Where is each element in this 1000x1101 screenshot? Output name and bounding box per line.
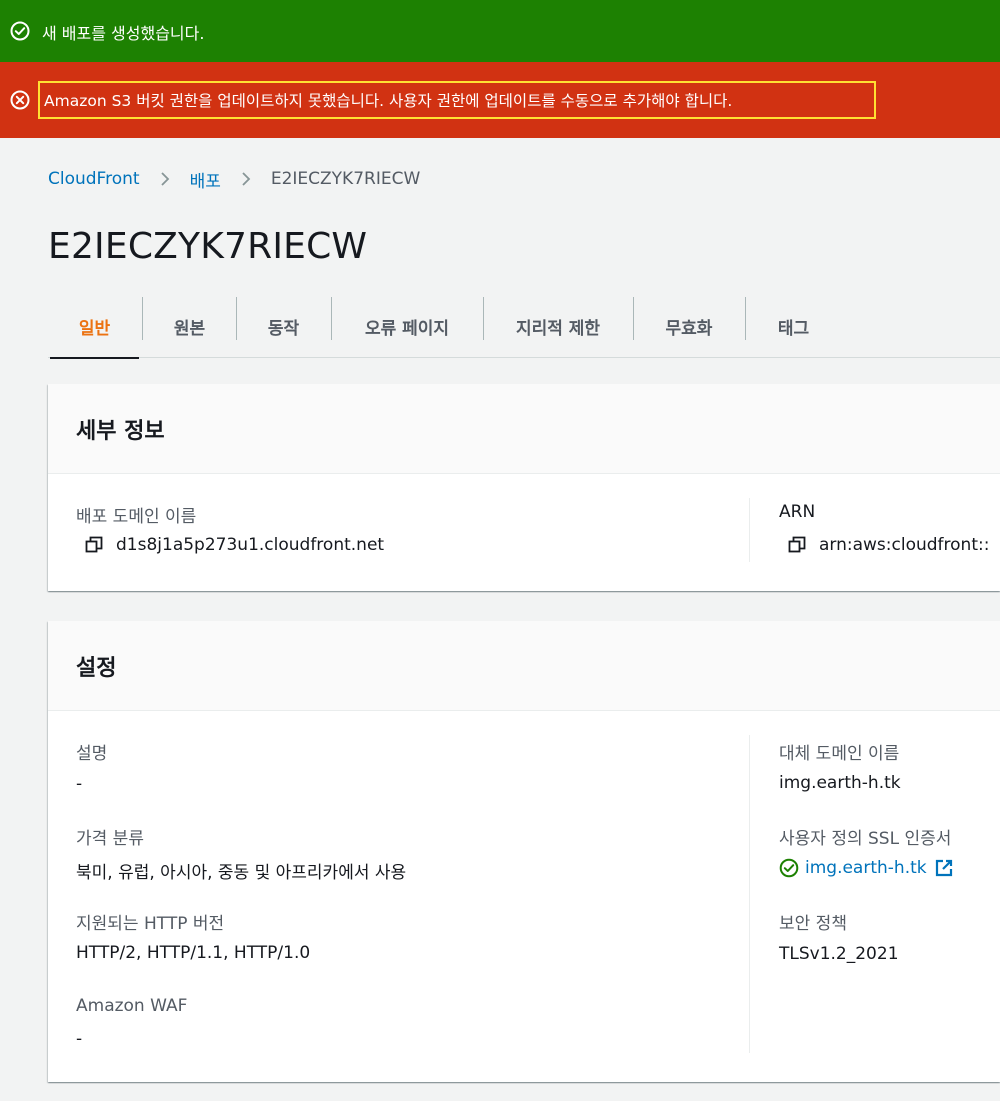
details-panel: 세부 정보 배포 도메인 이름 d1s8j1a5p273u1.cloudfron…: [48, 384, 1000, 591]
check-circle-icon: [779, 858, 799, 878]
column-divider: [749, 498, 750, 562]
arn-label: ARN: [779, 502, 816, 522]
http-version-value: HTTP/2, HTTP/1.1, HTTP/1.0: [76, 943, 311, 963]
details-panel-header: 세부 정보: [48, 384, 1000, 474]
waf-value: -: [76, 1029, 83, 1049]
arn-text: arn:aws:cloudfront::: [819, 535, 990, 555]
tab-error-pages[interactable]: 오류 페이지: [332, 296, 482, 357]
alt-domain-value: img.earth-h.tk: [779, 773, 901, 793]
security-policy-value: TLSv1.2_2021: [779, 944, 899, 964]
error-message-box: Amazon S3 버킷 권한을 업데이트하지 못했습니다. 사용자 권한에 업…: [38, 81, 876, 119]
copy-icon[interactable]: [787, 535, 807, 555]
chevron-right-icon: [239, 172, 253, 186]
page-title: E2IECZYK7RIECW: [48, 226, 368, 267]
ssl-certificate-label: 사용자 정의 SSL 인증서: [779, 829, 952, 849]
description-value: -: [76, 774, 83, 794]
price-class-label: 가격 분류: [76, 829, 144, 849]
column-divider: [749, 735, 750, 1053]
ssl-certificate-value: img.earth-h.tk: [779, 857, 955, 879]
tab-origins[interactable]: 원본: [143, 296, 236, 357]
error-flash: Amazon S3 버킷 권한을 업데이트하지 못했습니다. 사용자 권한에 업…: [0, 62, 1000, 138]
settings-panel-body: 설명 - 가격 분류 북미, 유럽, 아시아, 중동 및 아프리카에서 사용 지…: [48, 711, 1000, 1081]
success-flash: 새 배포를 생성했습니다.: [0, 0, 1000, 62]
description-label: 설명: [76, 744, 108, 764]
settings-panel: 설정 설명 - 가격 분류 북미, 유럽, 아시아, 중동 및 아프리카에서 사…: [48, 621, 1000, 1082]
http-version-label: 지원되는 HTTP 버전: [76, 914, 225, 934]
tab-tags[interactable]: 태그: [746, 296, 841, 357]
arn-value: arn:aws:cloudfront::: [787, 535, 989, 555]
details-panel-body: 배포 도메인 이름 d1s8j1a5p273u1.cloudfront.net …: [48, 474, 1000, 590]
tab-invalidations[interactable]: 무효화: [634, 296, 744, 357]
breadcrumb: CloudFront 배포 E2IECZYK7RIECW: [48, 166, 420, 192]
settings-panel-header: 설정: [48, 621, 1000, 711]
breadcrumb-cloudfront[interactable]: CloudFront: [48, 169, 140, 189]
tab-general[interactable]: 일반: [48, 296, 141, 359]
settings-title: 설정: [76, 656, 117, 681]
external-link-icon[interactable]: [933, 857, 955, 879]
price-class-value: 북미, 유럽, 아시아, 중동 및 아프리카에서 사용: [76, 863, 407, 883]
tab-bar: 일반 원본 동작 오류 페이지 지리적 제한 무효화 태그: [48, 296, 1000, 359]
success-message: 새 배포를 생성했습니다.: [42, 24, 205, 43]
check-circle-icon: [10, 21, 30, 41]
security-policy-label: 보안 정책: [779, 914, 847, 934]
waf-label: Amazon WAF: [76, 996, 188, 1016]
breadcrumb-distributions[interactable]: 배포: [190, 167, 221, 192]
distribution-domain-text: d1s8j1a5p273u1.cloudfront.net: [116, 535, 385, 555]
ssl-certificate-link[interactable]: img.earth-h.tk: [805, 858, 927, 878]
alt-domain-label: 대체 도메인 이름: [779, 744, 900, 764]
copy-icon[interactable]: [84, 535, 104, 555]
error-circle-icon: [10, 90, 30, 110]
distribution-domain-label: 배포 도메인 이름: [76, 507, 197, 527]
breadcrumb-current: E2IECZYK7RIECW: [270, 169, 421, 189]
tab-geo-restriction[interactable]: 지리적 제한: [484, 296, 632, 357]
distribution-domain-value: d1s8j1a5p273u1.cloudfront.net: [84, 535, 384, 555]
details-title: 세부 정보: [76, 419, 165, 444]
tab-behaviors[interactable]: 동작: [237, 296, 330, 357]
chevron-right-icon: [158, 172, 172, 186]
error-message: Amazon S3 버킷 권한을 업데이트하지 못했습니다. 사용자 권한에 업…: [44, 92, 733, 110]
